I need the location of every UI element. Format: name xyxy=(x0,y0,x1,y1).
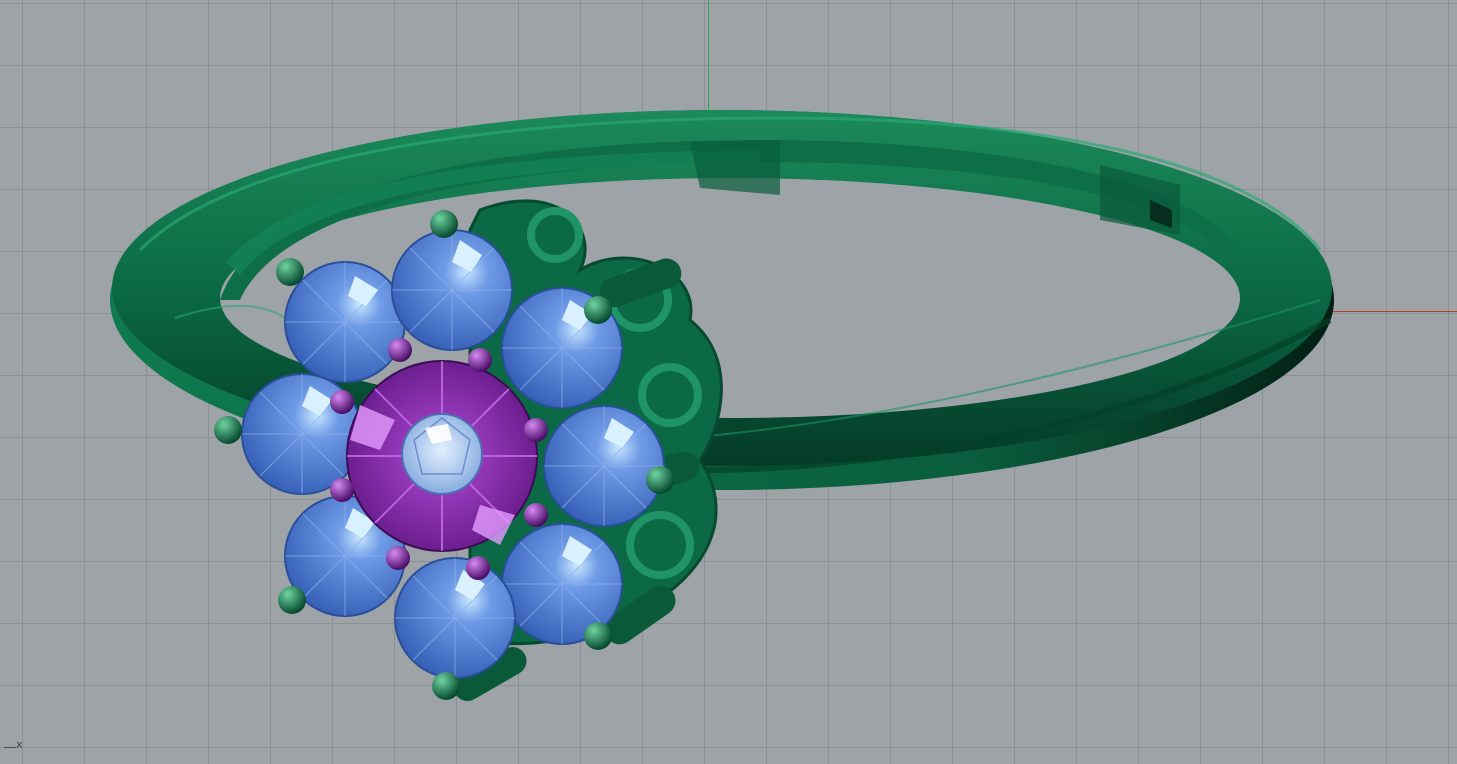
outer-gem-2[interactable] xyxy=(391,229,513,351)
ring-model[interactable] xyxy=(0,0,1457,764)
outer-gem-1[interactable] xyxy=(284,261,406,383)
outer-gem-4[interactable] xyxy=(543,405,665,527)
perspective-viewport[interactable]: x xyxy=(0,0,1457,764)
corner-axis-stem xyxy=(4,747,16,748)
corner-axis-indicator: x xyxy=(4,736,28,760)
corner-axis-label: x xyxy=(16,738,23,751)
center-stone[interactable] xyxy=(401,413,483,495)
outer-gem-6[interactable] xyxy=(394,557,516,679)
